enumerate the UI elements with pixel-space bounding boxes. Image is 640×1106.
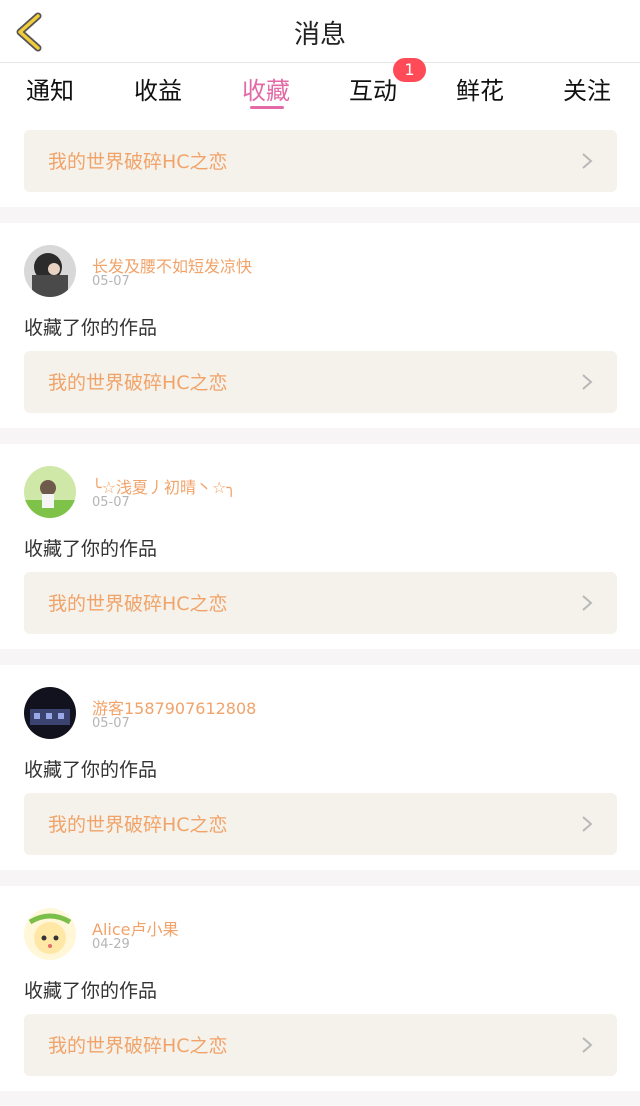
tab-favorites[interactable]: 收藏 — [242, 71, 290, 106]
notification-card: 游客1587907612808 05-07 收藏了你的作品 我的世界破碎HC之恋 — [0, 665, 640, 870]
notification-card: 我的世界破碎HC之恋 — [0, 117, 640, 207]
activity-text: 收藏了你的作品 — [24, 980, 158, 1002]
timestamp: 05-07 — [92, 274, 130, 289]
avatar[interactable] — [24, 687, 76, 739]
work-link[interactable]: 我的世界破碎HC之恋 — [24, 572, 617, 634]
timestamp: 04-29 — [92, 937, 130, 952]
work-title: 我的世界破碎HC之恋 — [48, 151, 228, 173]
work-title: 我的世界破碎HC之恋 — [48, 372, 228, 394]
chevron-right-icon — [582, 595, 593, 611]
timestamp: 05-07 — [92, 716, 130, 731]
work-title: 我的世界破碎HC之恋 — [48, 593, 228, 615]
activity-text: 收藏了你的作品 — [24, 759, 158, 781]
timestamp: 05-07 — [92, 495, 130, 510]
chevron-right-icon — [582, 374, 593, 390]
notification-card: ╰☆浅夏丿初晴丶☆╮ 05-07 收藏了你的作品 我的世界破碎HC之恋 — [0, 444, 640, 649]
chevron-right-icon — [582, 1037, 593, 1053]
work-title: 我的世界破碎HC之恋 — [48, 814, 228, 836]
tab-follow[interactable]: 关注 — [563, 71, 611, 106]
work-link[interactable]: 我的世界破碎HC之恋 — [24, 1014, 617, 1076]
tab-notifications[interactable]: 通知 — [26, 71, 74, 106]
avatar[interactable] — [24, 466, 76, 518]
chevron-right-icon — [582, 816, 593, 832]
activity-text: 收藏了你的作品 — [24, 317, 158, 339]
page-title: 消息 — [293, 20, 346, 50]
avatar[interactable] — [24, 908, 76, 960]
work-link[interactable]: 我的世界破碎HC之恋 — [24, 793, 617, 855]
work-link[interactable]: 我的世界破碎HC之恋 — [24, 351, 617, 413]
chevron-right-icon — [582, 153, 593, 169]
work-title: 我的世界破碎HC之恋 — [48, 1035, 228, 1057]
avatar[interactable] — [24, 245, 76, 297]
work-link[interactable]: 我的世界破碎HC之恋 — [24, 130, 617, 192]
top-bar: 消息 — [0, 0, 640, 63]
active-tab-indicator — [250, 106, 284, 109]
tab-earnings[interactable]: 收益 — [134, 71, 182, 106]
notification-card: 长发及腰不如短发凉快 05-07 收藏了你的作品 我的世界破碎HC之恋 — [0, 223, 640, 428]
unread-badge: 1 — [393, 58, 426, 82]
tab-interaction[interactable]: 互动 — [349, 71, 397, 106]
notification-card: Alice卢小果 04-29 收藏了你的作品 我的世界破碎HC之恋 — [0, 886, 640, 1091]
tab-bar: 通知 收益 收藏 互动 鲜花 关注 — [0, 63, 640, 117]
tab-flowers[interactable]: 鲜花 — [456, 71, 504, 106]
activity-text: 收藏了你的作品 — [24, 538, 158, 560]
